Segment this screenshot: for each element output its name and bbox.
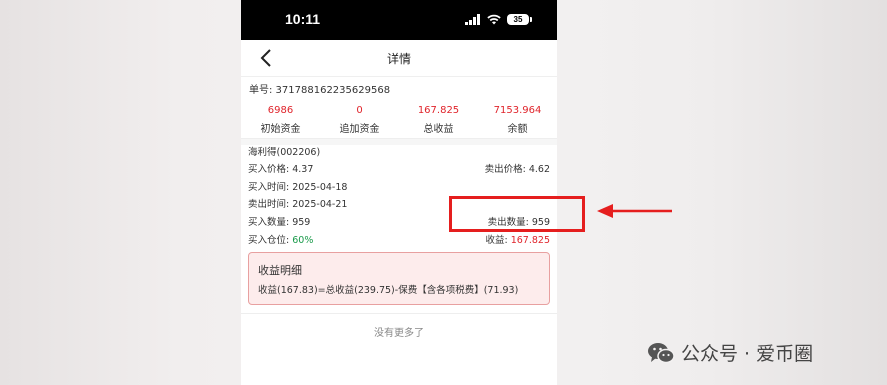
buy-quantity: 买入数量: 959 xyxy=(248,217,311,228)
stat-added-capital: 0 追加资金 xyxy=(320,104,399,138)
page-title: 详情 xyxy=(386,52,411,66)
profit-detail-formula: 收益(167.83)=总收益(239.75)-保费【含各项税费】(71.93) xyxy=(258,285,519,296)
sell-time: 卖出时间: 2025-04-21 xyxy=(248,199,348,210)
stat-total-profit: 167.825 总收益 xyxy=(399,104,478,138)
stock-name-row: 海利得(002206) xyxy=(248,146,550,160)
status-icons: 35 xyxy=(465,12,532,26)
battery-icon: 35 xyxy=(507,13,532,25)
wifi-icon xyxy=(487,14,501,24)
stat-label: 总收益 xyxy=(423,124,454,135)
wechat-icon xyxy=(648,342,675,363)
signal-icon xyxy=(465,13,480,25)
sell-price-label: 卖出价格: xyxy=(484,164,529,175)
stat-value: 7153.964 xyxy=(493,105,542,116)
stats-summary: 6986 初始资金 0 追加资金 167.825 总收益 7153.964 余额 xyxy=(241,104,557,139)
profit-value: 167.825 xyxy=(510,235,550,246)
sell-price-value: 4.62 xyxy=(528,164,550,175)
profit-label: 收益: xyxy=(485,235,511,246)
section-divider xyxy=(241,139,557,145)
no-more-text: 没有更多了 xyxy=(374,328,424,339)
order-number: 单号: 371788162235629568 xyxy=(249,85,391,96)
stat-value: 0 xyxy=(356,105,363,116)
buy-position-label: 买入仓位: xyxy=(248,235,293,246)
stat-label: 余额 xyxy=(507,124,528,135)
profit-detail-box: 收益明细 收益(167.83)=总收益(239.75)-保费【含各项税费】(71… xyxy=(248,252,550,305)
position-profit-row: 买入仓位: 60% 收益: 167.825 xyxy=(248,234,550,248)
buy-price: 买入价格: 4.37 xyxy=(248,164,314,175)
stat-initial-capital: 6986 初始资金 xyxy=(241,104,320,138)
status-bar: 10:11 35 xyxy=(241,0,557,40)
annotation-arrow-icon xyxy=(597,204,672,218)
buy-time-row: 买入时间: 2025-04-18 xyxy=(248,181,550,195)
stat-value: 6986 xyxy=(267,105,294,116)
status-time: 10:11 xyxy=(285,11,321,27)
profit-detail-title: 收益明细 xyxy=(258,264,302,277)
list-end-divider xyxy=(241,313,557,314)
phone-screen: 10:11 35 详情 单号: 371788162235629568 6986 xyxy=(241,0,557,385)
price-row: 买入价格: 4.37 卖出价格: 4.62 xyxy=(248,163,550,177)
buy-time: 买入时间: 2025-04-18 xyxy=(248,182,348,193)
stat-label: 初始资金 xyxy=(260,124,301,135)
sell-price: 卖出价格: 4.62 xyxy=(485,163,550,177)
profit: 收益: 167.825 xyxy=(485,234,550,248)
stock-name: 海利得(002206) xyxy=(248,147,321,158)
annotation-highlight-box xyxy=(449,196,585,232)
stat-value: 167.825 xyxy=(417,105,460,116)
buy-position-value: 60% xyxy=(292,235,314,246)
stat-balance: 7153.964 余额 xyxy=(478,104,557,138)
watermark-text: 公众号 · 爱币圈 xyxy=(681,343,814,365)
watermark: 公众号 · 爱币圈 xyxy=(647,339,813,366)
buy-position: 买入仓位: 60% xyxy=(248,234,313,248)
stat-label: 追加资金 xyxy=(339,124,380,135)
nav-bar: 详情 xyxy=(241,40,557,77)
